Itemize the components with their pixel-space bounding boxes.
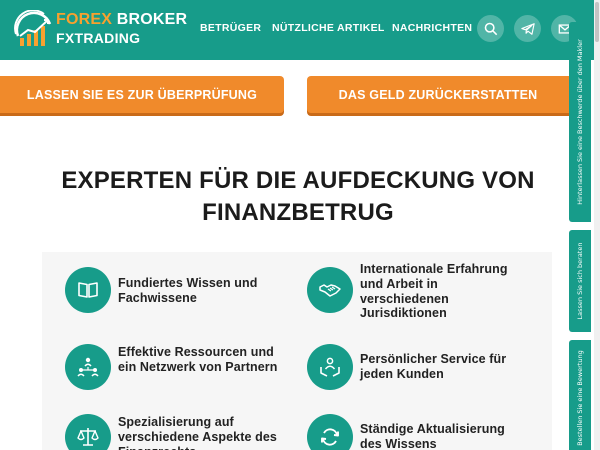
brand-broker: BROKER xyxy=(112,11,188,28)
scales-icon xyxy=(77,428,99,446)
scrollbar-track[interactable] xyxy=(594,0,600,450)
logo-chart-icon[interactable] xyxy=(14,10,54,48)
network-icon xyxy=(77,357,99,377)
scrollbar-thumb[interactable] xyxy=(595,2,599,42)
side-tab-consult[interactable]: Lassen Sie sich beraten xyxy=(569,230,591,332)
side-tab-order-review[interactable]: Bestellen Sie eine Bewertung xyxy=(569,340,591,450)
nav-nuetzliche-artikel[interactable]: NÜTZLICHE ARTIKEL xyxy=(272,22,385,34)
brand-accent: FOREX xyxy=(56,11,113,28)
features-panel: Fundiertes Wissen und Fachwissene Intern… xyxy=(42,252,552,450)
page-title: EXPERTEN FÜR DIE AUFDECKUNG VON FINANZBE… xyxy=(61,167,535,226)
side-tab-consult-label: Lassen Sie sich beraten xyxy=(576,242,584,320)
side-tab-order-review-label: Bestellen Sie eine Bewertung xyxy=(576,349,584,446)
feature-icon-specialization xyxy=(65,414,111,450)
refund-button[interactable]: DAS GELD ZURÜCKERSTATTEN xyxy=(307,76,569,113)
feature-icon-knowledge xyxy=(65,267,111,313)
side-tab-complaint-label: Hinterlassen Sie eine Beschwerde über de… xyxy=(576,39,584,205)
search-button[interactable] xyxy=(477,15,504,42)
side-tab-complaint[interactable]: Hinterlassen Sie eine Beschwerde über de… xyxy=(569,22,591,222)
feature-text-service: Persönlicher Service für jeden Kunden xyxy=(360,352,507,381)
site-header: FOREX BROKER FXTRADING BETRÜGER NÜTZLICH… xyxy=(0,0,600,60)
feature-text-knowledge: Fundiertes Wissen und Fachwissene xyxy=(118,276,258,305)
feature-icon-network xyxy=(65,344,111,390)
brand-name[interactable]: FOREX BROKER FXTRADING xyxy=(56,11,188,46)
nav-nachrichten[interactable]: NACHRICHTEN xyxy=(392,22,472,34)
book-icon xyxy=(78,282,98,298)
feature-icon-international xyxy=(307,267,353,313)
handshake-icon xyxy=(319,284,341,297)
feature-text-specialization: Spezialisierung auf verschiedene Aspekte… xyxy=(118,415,277,450)
brand-subline: FXTRADING xyxy=(56,30,141,46)
telegram-button[interactable] xyxy=(514,15,541,42)
nav-betrueger[interactable]: BETRÜGER xyxy=(200,22,261,34)
telegram-icon xyxy=(520,22,535,35)
personal-service-icon xyxy=(320,357,340,377)
feature-text-network: Effektive Ressourcen und ein Netzwerk vo… xyxy=(118,345,278,374)
refresh-icon xyxy=(321,428,339,446)
feature-icon-update xyxy=(307,414,353,450)
feature-icon-service xyxy=(307,344,353,390)
feature-text-update: Ständige Aktualisierung des Wissens xyxy=(360,422,505,450)
review-button[interactable]: LASSEN SIE ES ZUR ÜBERPRÜFUNG xyxy=(0,76,284,113)
feature-text-international: Internationale Erfahrung und Arbeit in v… xyxy=(360,262,508,321)
search-icon xyxy=(484,22,497,35)
